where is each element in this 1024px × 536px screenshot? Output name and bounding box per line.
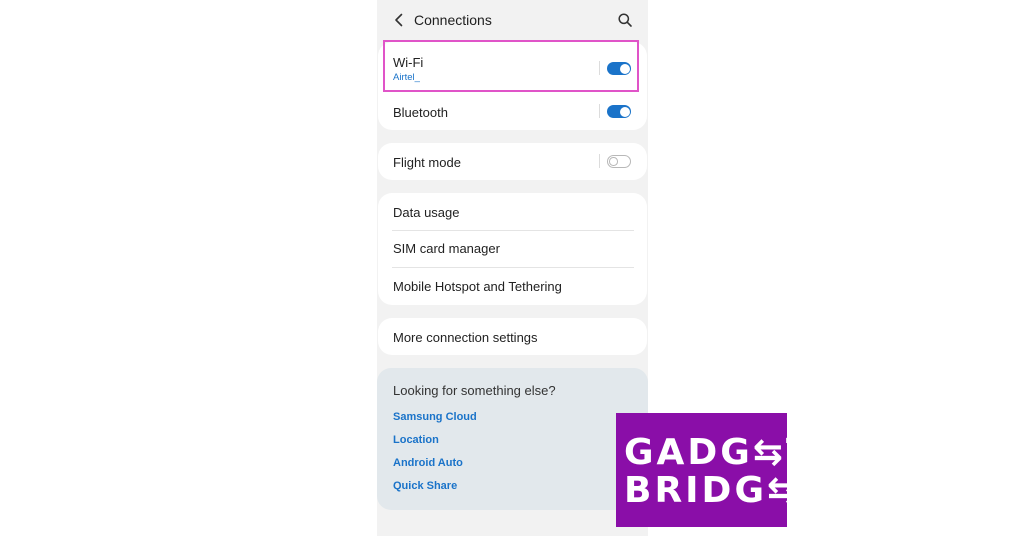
search-icon[interactable] <box>617 12 633 28</box>
sim-card-manager-label: SIM card manager <box>393 241 500 256</box>
logo-text-line2: BRIDG⇆ <box>624 470 801 511</box>
samsung-cloud-link[interactable]: Samsung Cloud <box>393 411 477 423</box>
back-arrow-icon[interactable] <box>391 12 407 28</box>
bluetooth-label: Bluetooth <box>393 105 448 120</box>
android-auto-link[interactable]: Android Auto <box>393 457 463 469</box>
flight-mode-toggle[interactable] <box>607 155 631 168</box>
wifi-highlight-box <box>383 40 639 92</box>
suggestions-panel: Looking for something else? Samsung Clou… <box>377 368 648 510</box>
data-usage-label: Data usage <box>393 205 460 220</box>
more-settings-row[interactable]: More connection settings <box>378 318 647 355</box>
data-usage-row[interactable]: Data usage <box>378 193 647 230</box>
more-settings-card[interactable]: More connection settings <box>378 318 647 355</box>
sim-card-manager-row[interactable]: SIM card manager <box>378 231 647 267</box>
data-card: Data usage SIM card manager Mobile Hotsp… <box>378 193 647 305</box>
location-link[interactable]: Location <box>393 434 439 446</box>
app-bar: Connections <box>377 0 648 40</box>
bluetooth-row[interactable]: Bluetooth <box>378 92 647 130</box>
logo-text-line1: GADG⇆T <box>624 432 814 473</box>
flight-mode-card[interactable]: Flight mode <box>378 143 647 180</box>
quick-share-link[interactable]: Quick Share <box>393 480 457 492</box>
suggestions-heading: Looking for something else? <box>393 383 556 398</box>
hotspot-row[interactable]: Mobile Hotspot and Tethering <box>378 268 647 305</box>
bluetooth-toggle[interactable] <box>607 105 631 118</box>
hotspot-label: Mobile Hotspot and Tethering <box>393 279 562 294</box>
flight-mode-label: Flight mode <box>393 155 461 170</box>
flight-mode-row[interactable]: Flight mode <box>378 143 647 180</box>
page-title: Connections <box>414 12 492 28</box>
toggle-separator <box>599 154 600 168</box>
more-settings-label: More connection settings <box>393 330 538 345</box>
toggle-separator <box>599 104 600 118</box>
gadgetbridge-logo: GADG⇆T BRIDG⇆ <box>616 413 811 527</box>
